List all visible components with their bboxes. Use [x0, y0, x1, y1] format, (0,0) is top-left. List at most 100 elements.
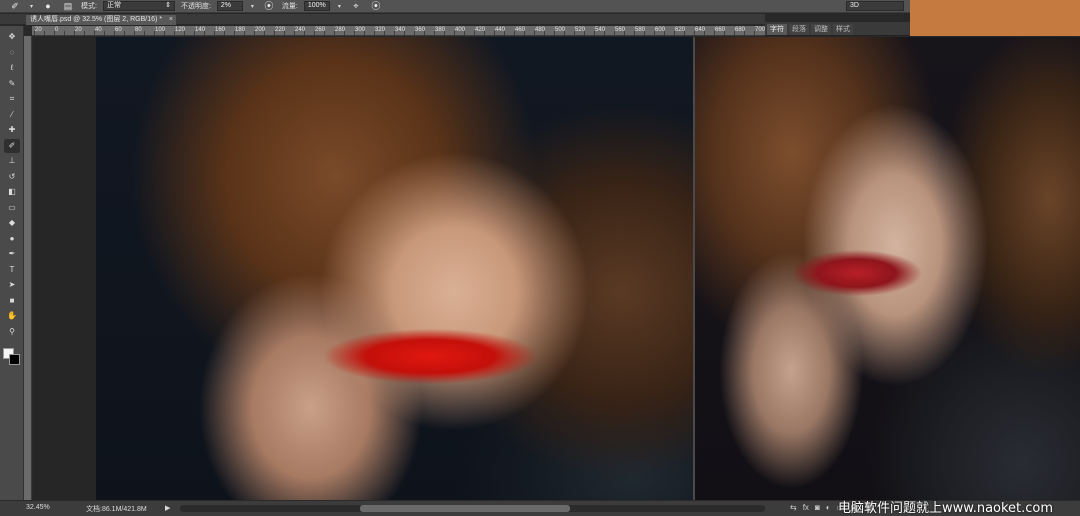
mode-select[interactable]: 正常 ⇕ — [102, 1, 175, 11]
eraser-tool-icon[interactable]: ◧ — [4, 185, 20, 199]
ruler-tick — [114, 31, 115, 35]
ruler-tick — [34, 31, 35, 35]
eyedropper-tool-icon[interactable]: ⁄ — [4, 108, 20, 122]
mode-label: 模式: — [81, 3, 97, 10]
ruler-tick — [344, 31, 345, 35]
type-tool-icon[interactable]: T — [4, 263, 20, 277]
brush-panel-icon[interactable]: ▤ — [61, 1, 75, 12]
path-select-tool-icon[interactable]: ➤ — [4, 278, 20, 292]
history-brush-tool-icon[interactable]: ↺ — [4, 170, 20, 184]
ruler-tick — [684, 31, 685, 35]
hand-tool-icon[interactable]: ✋ — [4, 309, 20, 323]
zoom-readout[interactable]: 32.45% — [26, 504, 50, 511]
document-tab[interactable]: 诱人嘴唇.psd @ 32.5% (图层 2, RGB/16) * × — [26, 15, 176, 25]
ruler-tick — [194, 31, 195, 35]
ruler-tick — [274, 31, 275, 35]
pen-tool-icon[interactable]: ✒ — [4, 247, 20, 261]
lasso-tool-icon[interactable]: ℓ — [4, 61, 20, 75]
dodge-tool-icon[interactable]: ● — [4, 232, 20, 246]
ruler-tick — [694, 31, 695, 35]
ruler-tick — [294, 31, 295, 35]
ruler-tick-label: 0 — [55, 27, 59, 33]
toolbox: ✥ ◌ ℓ ✎ ⌗ ⁄ ✚ ✐ ⊥ ↺ ◧ ▭ ◆ ● ✒ T ➤ ■ ✋ ⚲ — [0, 26, 24, 500]
ruler-tick — [634, 31, 635, 35]
status-menu-arrow-icon[interactable]: ▶ — [165, 504, 170, 512]
opacity-field[interactable]: 2% — [216, 1, 243, 11]
panel-tab[interactable]: 调整 — [811, 24, 831, 35]
zoom-tool-icon[interactable]: ⚲ — [4, 325, 20, 339]
pressure-size-icon[interactable]: ⦿ — [369, 1, 383, 12]
ruler-tick — [104, 31, 105, 35]
mask-icon[interactable]: ◙ — [815, 503, 820, 512]
ruler-tick — [524, 31, 525, 35]
panel-tab[interactable]: 字符 — [767, 24, 787, 35]
opacity-dropdown-icon[interactable]: ▾ — [249, 3, 256, 10]
horizontal-scrollbar[interactable] — [180, 505, 765, 512]
crop-tool-icon[interactable]: ⌗ — [4, 92, 20, 106]
brush-tool-icon[interactable]: ✐ — [4, 138, 20, 153]
ruler-tick — [484, 31, 485, 35]
ruler-tick — [254, 31, 255, 35]
ruler-tick — [544, 31, 545, 35]
ruler-tick — [704, 31, 705, 35]
ruler-tick — [234, 31, 235, 35]
ruler-tick — [94, 31, 95, 35]
flow-field[interactable]: 100% — [303, 1, 330, 11]
ruler-tick — [374, 31, 375, 35]
ruler-tick-label: 80 — [135, 27, 142, 33]
panel-tab[interactable]: 段落 — [789, 24, 809, 35]
ruler-tick — [494, 31, 495, 35]
close-icon[interactable]: × — [169, 15, 173, 25]
ruler-tick — [564, 31, 565, 35]
ruler-tick-label: 20 — [75, 27, 82, 33]
corner-color-block — [910, 0, 1080, 36]
opacity-label: 不透明度: — [180, 3, 211, 10]
canvas-photo-portrait[interactable] — [96, 37, 693, 500]
canvas-area[interactable] — [33, 37, 765, 500]
brush-preset-dropdown-icon[interactable]: ▾ — [28, 3, 35, 10]
ruler-tick — [44, 31, 45, 35]
quick-select-tool-icon[interactable]: ✎ — [4, 77, 20, 91]
ruler-tick — [574, 31, 575, 35]
ruler-tick — [744, 31, 745, 35]
ruler-tick — [394, 31, 395, 35]
shape-tool-icon[interactable]: ■ — [4, 294, 20, 308]
adjustment-icon[interactable]: ◐ — [826, 503, 831, 512]
ruler-tick — [54, 31, 55, 35]
ruler-tick — [724, 31, 725, 35]
watermark-text: 电脑软件问题就上www.naoket.com — [838, 501, 1054, 516]
ruler-tick — [134, 31, 135, 35]
fx-icon[interactable]: fx — [803, 503, 809, 512]
ruler-tick — [184, 31, 185, 35]
ruler-tick — [414, 31, 415, 35]
link-layers-icon[interactable]: ⇆ — [790, 503, 797, 512]
ruler-tick — [304, 31, 305, 35]
ruler-tick — [334, 31, 335, 35]
panel-tab[interactable]: 样式 — [833, 24, 853, 35]
blur-tool-icon[interactable]: ◆ — [4, 216, 20, 230]
brush-size-icon[interactable]: ● — [41, 1, 55, 12]
background-color-swatch[interactable] — [9, 354, 20, 365]
healing-brush-tool-icon[interactable]: ✚ — [4, 123, 20, 137]
clone-stamp-tool-icon[interactable]: ⊥ — [4, 154, 20, 168]
ruler-tick — [204, 31, 205, 35]
document-tab-title: 诱人嘴唇.psd @ 32.5% (图层 2, RGB/16) * — [30, 16, 162, 23]
ruler-horizontal: 20 0 20 40 60 80 100 120 140 160 180 200 220 240 260 28… — [32, 26, 765, 36]
ruler-tick — [324, 31, 325, 35]
ruler-tick — [244, 31, 245, 35]
scrollbar-thumb[interactable] — [360, 505, 570, 512]
brush-preset-icon[interactable]: ✐ — [8, 1, 22, 12]
gradient-tool-icon[interactable]: ▭ — [4, 201, 20, 215]
marquee-tool-icon[interactable]: ◌ — [4, 46, 20, 60]
ruler-tick — [454, 31, 455, 35]
ruler-tick-label: 20 — [35, 27, 42, 33]
workspace-select[interactable]: 3D — [846, 1, 904, 11]
move-tool-icon[interactable]: ✥ — [4, 30, 20, 44]
pressure-opacity-icon[interactable]: ⦿ — [262, 1, 276, 12]
ruler-tick — [174, 31, 175, 35]
ruler-tick — [124, 31, 125, 35]
ruler-tick — [214, 31, 215, 35]
airbrush-icon[interactable]: ⌖ — [349, 1, 363, 12]
chevron-down-icon: ⇕ — [165, 2, 171, 9]
flow-dropdown-icon[interactable]: ▾ — [336, 3, 343, 10]
